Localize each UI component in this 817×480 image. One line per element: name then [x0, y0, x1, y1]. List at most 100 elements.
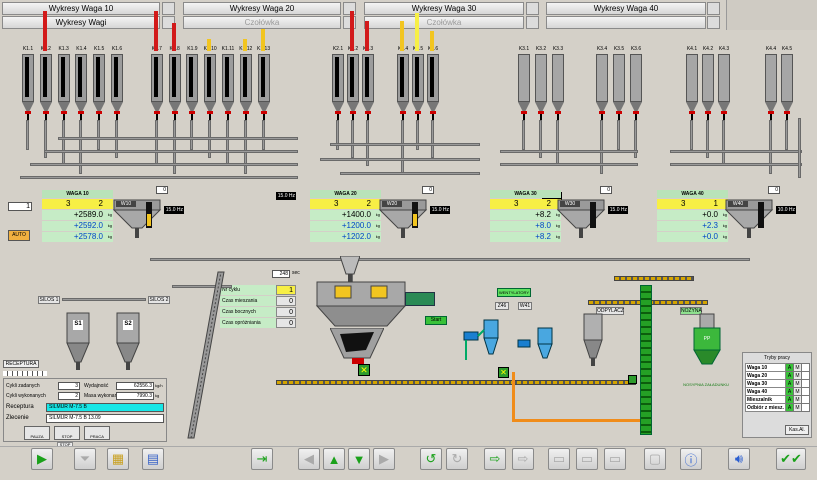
tryby-auto-button[interactable]: A — [785, 387, 794, 396]
tryby-auto-button[interactable]: A — [785, 371, 794, 380]
tryby-extra[interactable] — [801, 363, 810, 372]
tryby-auto-button[interactable]: A — [785, 363, 794, 372]
tryby-row: Waga 30 A M — [745, 379, 810, 388]
scale-row-counts: 32 — [310, 199, 381, 209]
tryby-auto-button[interactable]: A — [785, 395, 794, 404]
sound-icon[interactable]: 🔊︎ — [728, 448, 750, 470]
fan-tag-1[interactable]: Z46 — [495, 302, 509, 310]
scale-zero-box: 0 — [422, 186, 434, 194]
cycle-row-value: 0 — [276, 296, 296, 306]
auto-button[interactable]: AUTO — [8, 230, 30, 241]
silo-s2-label: S2 — [124, 321, 132, 327]
btn-small-7[interactable] — [526, 16, 539, 29]
btn-wykresy-waga-10[interactable]: Wykresy Waga 10 — [2, 2, 160, 15]
scale-hopper[interactable]: W30 — [556, 198, 606, 238]
bucket-elevator — [640, 285, 652, 435]
tryby-extra[interactable] — [801, 387, 810, 396]
tryby-extra[interactable] — [801, 395, 810, 404]
tryby-extra[interactable] — [801, 371, 810, 380]
btn-wykresy-waga-30[interactable]: Wykresy Waga 30 — [364, 2, 524, 15]
scale-code: W20 — [382, 201, 402, 207]
silo-label: K3.1 — [518, 46, 530, 52]
btn-small-3[interactable] — [526, 2, 539, 15]
kas-al-button[interactable]: Kas.Al. — [785, 425, 809, 435]
tryby-auto-button[interactable]: A — [785, 403, 794, 412]
nav-up-icon[interactable]: ▲ — [323, 448, 345, 470]
redo-icon[interactable]: ↻ — [446, 448, 468, 470]
tryby-manual-button[interactable]: M — [793, 379, 802, 388]
export-icon[interactable]: ⇥ — [251, 448, 273, 470]
btn-disabled-1[interactable]: Czołówka — [183, 16, 341, 29]
cycle-table: Nr cyklu 1 Czas mieszania 0 Czas bocznych 0 Cz… — [220, 285, 296, 329]
tryby-auto-button[interactable]: A — [785, 379, 794, 388]
pipe-silo-down — [154, 120, 158, 166]
btn-wykresy-waga-20[interactable]: Wykresy Waga 20 — [183, 2, 341, 15]
tryby-extra[interactable] — [801, 379, 810, 388]
scale-hopper[interactable]: W10 — [112, 198, 162, 238]
tryby-manual-button[interactable]: M — [793, 403, 802, 412]
pipe-silos-1 — [62, 298, 146, 301]
tool-3-icon[interactable]: ▭ — [604, 448, 626, 470]
pauza-button[interactable]: PAUZA — [24, 426, 50, 440]
left-input-field[interactable]: 1 — [8, 202, 32, 211]
cykli-zadanych-value[interactable]: 3 — [58, 382, 80, 390]
nav-right-icon[interactable]: ▶ — [373, 448, 395, 470]
forward-icon[interactable]: ⇨ — [484, 448, 506, 470]
btn-small-4[interactable] — [707, 2, 720, 15]
receptura-tab[interactable]: RECEPTURA — [3, 360, 39, 368]
pipe-silo-down — [617, 120, 620, 150]
btn-small-8[interactable] — [707, 16, 720, 29]
tryby-manual-button[interactable]: M — [793, 395, 802, 404]
silo-s2: S2 — [116, 312, 140, 370]
mixer-outlet-icon: ✕ — [358, 364, 370, 376]
tryby-extra[interactable] — [801, 403, 810, 412]
scale-title: WAGA 10 — [42, 190, 113, 198]
silo-label: K1.3 — [58, 46, 69, 52]
fan-tag-2[interactable]: W41 — [518, 302, 532, 310]
forward-dis-icon[interactable]: ⇨ — [512, 448, 534, 470]
silo-label: K3.6 — [630, 46, 642, 52]
nav-left-icon[interactable]: ◀ — [298, 448, 320, 470]
silo-label: K3.5 — [613, 46, 625, 52]
info-icon[interactable]: ⓘ — [680, 448, 702, 470]
undo-icon[interactable]: ↺ — [420, 448, 442, 470]
filter-silo — [582, 310, 604, 366]
wentylatory-button[interactable]: WENTYLATORY — [497, 288, 531, 297]
start-button[interactable]: Start — [425, 316, 447, 325]
btn-small-1[interactable] — [162, 2, 175, 15]
praca-button[interactable]: PRACA — [84, 426, 110, 440]
scale-title: WAGA 40 — [657, 190, 728, 198]
receptura-value[interactable]: SILMUR M-7.5 B — [46, 403, 164, 412]
tryby-manual-button[interactable]: M — [793, 387, 802, 396]
silo-label: K4.2 — [702, 46, 714, 52]
silo-label: K1.11 — [221, 46, 235, 52]
btn-wykresy-wagi[interactable]: Wykresy Wagi — [2, 16, 160, 29]
tool-2-icon[interactable]: ▭ — [576, 448, 598, 470]
mixer-vessel[interactable] — [315, 280, 407, 328]
btn-disabled-2[interactable]: Czołówka — [364, 16, 524, 29]
tryby-manual-button[interactable]: M — [793, 371, 802, 380]
btn-disabled-3[interactable] — [546, 16, 706, 29]
play-button[interactable]: ▶ — [31, 448, 53, 470]
tryby-row: Waga 40 A M — [745, 387, 810, 396]
check-icon[interactable]: ✔✔ — [776, 448, 806, 470]
pipe-silo-down — [690, 120, 693, 150]
scale-hopper[interactable]: W40 — [724, 198, 774, 238]
tryby-manual-button[interactable]: M — [793, 363, 802, 372]
document-icon[interactable]: ▤ — [142, 448, 164, 470]
nav-down-icon[interactable]: ▼ — [348, 448, 370, 470]
scale-hopper[interactable]: W20 — [378, 198, 428, 238]
stop-button[interactable]: STOP — [54, 426, 80, 440]
tool-1-icon[interactable]: ▭ — [548, 448, 570, 470]
cycle-row-label: Czas mieszania — [220, 296, 276, 306]
masa-unit: kg — [155, 393, 160, 398]
folder-icon[interactable]: ▦ — [107, 448, 129, 470]
scale-frequency: 15.0 Hz — [430, 206, 450, 214]
tryby-title: Tryby pracy — [764, 355, 790, 361]
silo-label: K3.3 — [552, 46, 564, 52]
monitor-icon[interactable]: ▢ — [644, 448, 666, 470]
btn-wykresy-waga-40[interactable]: Wykresy Waga 40 — [546, 2, 706, 15]
silo-label: K4.3 — [718, 46, 730, 52]
funnel-icon[interactable]: ⏷ — [74, 448, 96, 470]
silo-label: K1.9 — [187, 46, 198, 52]
